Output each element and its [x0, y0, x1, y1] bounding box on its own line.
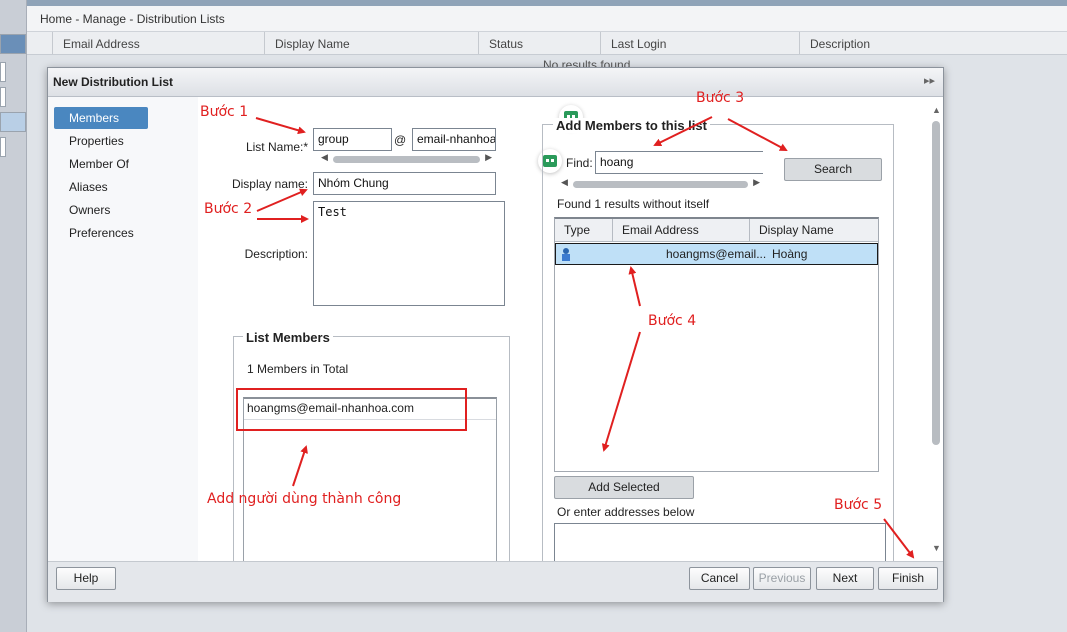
nav-member-of[interactable]: Member Of — [54, 153, 148, 175]
breadcrumb-text[interactable]: Home - Manage - Distribution Lists — [40, 12, 225, 26]
find-input[interactable]: hoang — [595, 151, 763, 174]
annotation-step1: Bước 1 — [200, 104, 249, 120]
scroll-down-icon[interactable]: ▼ — [932, 543, 941, 553]
nav-owners[interactable]: Owners — [54, 199, 148, 221]
left-nav-tab[interactable] — [0, 87, 6, 107]
result-email: hoangms@email... — [666, 247, 767, 261]
nav-preferences[interactable]: Preferences — [54, 222, 148, 244]
at-sign: @ — [394, 133, 407, 147]
description-textarea[interactable]: Test — [313, 201, 505, 306]
domain-input[interactable]: email-nhanhoa — [412, 128, 496, 151]
user-icon — [561, 247, 571, 261]
result-display-name: Hoàng — [772, 247, 808, 261]
column-status[interactable]: Status — [489, 37, 523, 51]
addresses-textarea[interactable] — [554, 523, 886, 561]
nav-members[interactable]: Members — [54, 107, 148, 129]
expand-icon[interactable]: ▸▸ — [924, 74, 935, 87]
grid-col-display-name[interactable]: Display Name — [759, 219, 834, 241]
column-display-name[interactable]: Display Name — [275, 37, 350, 51]
add-selected-button[interactable]: Add Selected — [554, 476, 694, 499]
list-column-header: Email Address Display Name Status Last L… — [27, 32, 1067, 55]
left-nav-tab[interactable] — [0, 34, 26, 54]
annotation-step3: Bước 3 — [696, 90, 745, 106]
enter-addresses-label: Or enter addresses below — [557, 505, 695, 519]
display-name-label: Display name: — [231, 177, 308, 191]
dialog-title-bar: New Distribution List ▸▸ — [48, 68, 943, 97]
left-nav-tab[interactable] — [0, 112, 26, 132]
column-last-login[interactable]: Last Login — [611, 37, 666, 51]
result-row[interactable]: hoangms@email... Hoàng — [555, 243, 878, 265]
nav-aliases[interactable]: Aliases — [54, 176, 148, 198]
grid-col-email[interactable]: Email Address — [622, 219, 699, 241]
left-nav-tab[interactable] — [0, 137, 6, 157]
grid-col-type[interactable]: Type — [564, 219, 590, 241]
results-grid: Type Email Address Display Name hoangms@… — [554, 217, 879, 472]
description-label: Description: — [244, 247, 308, 261]
annotation-step5: Bước 5 — [834, 497, 883, 513]
find-label: Find: — [566, 156, 593, 170]
add-members-title: Add Members to this list — [553, 118, 710, 133]
previous-button[interactable]: Previous — [753, 567, 811, 590]
scroll-thumb[interactable] — [932, 121, 940, 445]
left-nav-tab[interactable] — [0, 62, 6, 82]
next-button[interactable]: Next — [816, 567, 874, 590]
scroll-up-icon[interactable]: ▲ — [932, 105, 941, 115]
domain-scrollbar[interactable]: ◀ ▶ — [319, 152, 494, 166]
annotation-step2: Bước 2 — [204, 201, 253, 217]
members-count: 1 Members in Total — [247, 362, 349, 376]
members-list[interactable]: hoangms@email-nhanhoa.com — [243, 397, 497, 561]
help-button[interactable]: Help — [56, 567, 116, 590]
column-description[interactable]: Description — [810, 37, 870, 51]
column-email-address[interactable]: Email Address — [63, 37, 140, 51]
dialog-vertical-scrollbar[interactable]: ▲ ▼ — [930, 97, 943, 561]
results-grid-header: Type Email Address Display Name — [555, 219, 878, 242]
dialog-title: New Distribution List — [53, 75, 173, 89]
finish-button[interactable]: Finish — [878, 567, 938, 590]
find-scrollbar[interactable]: ◀ ▶ — [559, 177, 762, 191]
found-results-text: Found 1 results without itself — [557, 197, 710, 211]
list-members-title: List Members — [243, 330, 333, 345]
new-distribution-list-dialog: New Distribution List ▸▸ Members Propert… — [47, 67, 944, 602]
search-button[interactable]: Search — [784, 158, 882, 181]
nav-properties[interactable]: Properties — [54, 130, 148, 152]
breadcrumb: Home - Manage - Distribution Lists — [27, 6, 1067, 32]
dialog-nav: Members Properties Member Of Aliases Own… — [48, 97, 198, 561]
list-name-label: List Name:* — [245, 140, 308, 154]
cancel-button[interactable]: Cancel — [689, 567, 750, 590]
list-name-input[interactable]: group — [313, 128, 392, 151]
left-nav-strip — [0, 0, 27, 632]
annotation-step4: Bước 4 — [648, 313, 697, 329]
annotation-success: Add người dùng thành công — [207, 491, 402, 507]
member-item[interactable]: hoangms@email-nhanhoa.com — [247, 401, 414, 415]
dialog-footer: Help Cancel Previous Next Finish — [48, 561, 943, 602]
display-name-input[interactable]: Nhóm Chung — [313, 172, 496, 195]
